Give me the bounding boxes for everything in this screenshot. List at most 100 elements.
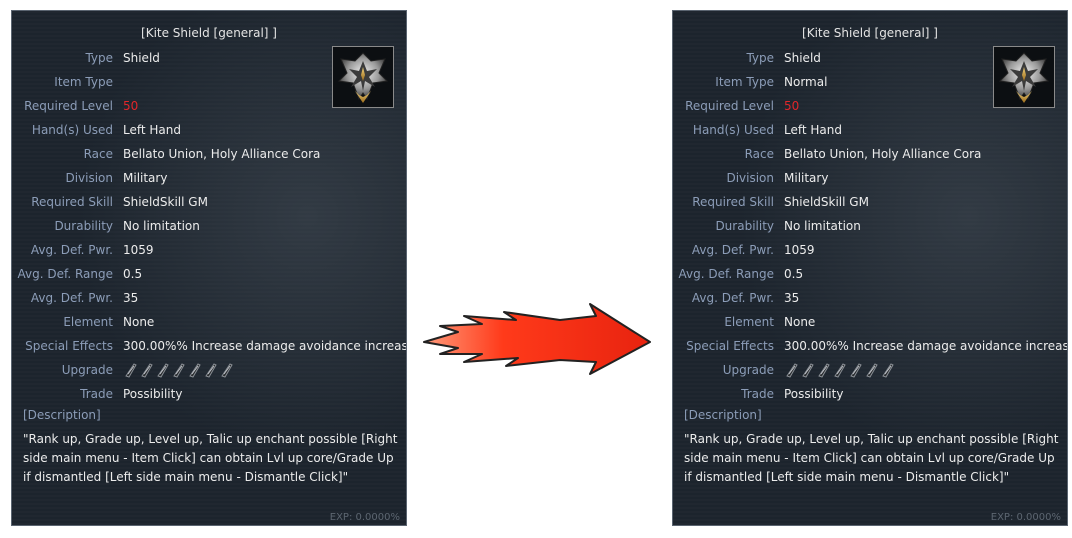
element-label: Element — [724, 315, 774, 329]
talic-slot-icon — [864, 362, 879, 378]
type-value: Shield — [123, 51, 160, 65]
division-value: Military — [784, 171, 829, 185]
avg-def-pwr-label: Avg. Def. Pwr. — [691, 243, 774, 257]
talic-slot-icon — [187, 362, 202, 378]
trade-label: Trade — [80, 387, 113, 401]
row-race: Race Bellato Union, Holy Alliance Cora — [12, 145, 406, 163]
row-trade: Trade Possibility — [12, 385, 406, 403]
row-avg-def-pwr-2: Avg. Def. Pwr. 35 — [673, 289, 1067, 307]
hands-used-value: Left Hand — [784, 123, 842, 137]
upgrade-slots — [784, 362, 895, 378]
race-value: Bellato Union, Holy Alliance Cora — [123, 147, 321, 161]
division-value: Military — [123, 171, 168, 185]
row-division: Division Military — [12, 169, 406, 187]
talic-slot-icon — [203, 362, 218, 378]
special-effects-label: Special Effects — [686, 339, 774, 353]
hands-used-label: Hand(s) Used — [31, 123, 113, 137]
trade-value: Possibility — [784, 387, 844, 401]
row-trade: Trade Possibility — [673, 385, 1067, 403]
avg-def-pwr-value: 1059 — [784, 243, 815, 257]
row-upgrade: Upgrade — [673, 361, 1067, 379]
durability-value: No limitation — [784, 219, 861, 233]
row-special-effects: Special Effects 300.00%% Increase damage … — [673, 337, 1067, 355]
row-required-level: Required Level 50 — [12, 97, 406, 115]
talic-slot-icon — [832, 362, 847, 378]
upgrade-label: Upgrade — [722, 363, 774, 377]
element-value: None — [784, 315, 816, 329]
durability-label: Durability — [54, 219, 113, 233]
race-label: Race — [83, 147, 113, 161]
talic-slot-icon — [219, 362, 234, 378]
type-label: Type — [85, 51, 113, 65]
row-required-skill: Required Skill ShieldSkill GM — [12, 193, 406, 211]
talic-slot-icon — [139, 362, 154, 378]
description-text: "Rank up, Grade up, Level up, Talic up e… — [684, 432, 1059, 484]
row-type: Type Shield — [673, 49, 1067, 67]
special-effects-value: 300.00%% Increase damage avoidance incre… — [784, 339, 1068, 353]
division-label: Division — [726, 171, 774, 185]
row-durability: Durability No limitation — [12, 217, 406, 235]
row-type: Type Shield — [12, 49, 406, 67]
type-label: Type — [746, 51, 774, 65]
row-division: Division Military — [673, 169, 1067, 187]
row-item-type: Item Type — [12, 73, 406, 91]
race-value: Bellato Union, Holy Alliance Cora — [784, 147, 982, 161]
row-upgrade: Upgrade — [12, 361, 406, 379]
avg-def-pwr-2-label: Avg. Def. Pwr. — [691, 291, 774, 305]
item-title: [Kite Shield [general] ] — [802, 26, 938, 40]
division-label: Division — [65, 171, 113, 185]
row-special-effects: Special Effects 300.00%% Increase damage … — [12, 337, 406, 355]
talic-slot-icon — [880, 362, 895, 378]
item-tooltip-before: [Kite Shield [general] ] Type Shield Item… — [11, 10, 407, 526]
row-avg-def-pwr-2: Avg. Def. Pwr. 35 — [12, 289, 406, 307]
required-level-label: Required Level — [685, 99, 774, 113]
row-element: Element None — [12, 313, 406, 331]
red-arrow-icon — [423, 303, 651, 375]
required-skill-value: ShieldSkill GM — [123, 195, 208, 209]
trade-label: Trade — [741, 387, 774, 401]
row-avg-def-pwr: Avg. Def. Pwr. 1059 — [12, 241, 406, 259]
row-element: Element None — [673, 313, 1067, 331]
element-value: None — [123, 315, 155, 329]
row-item-type: Item Type Normal — [673, 73, 1067, 91]
talic-slot-icon — [848, 362, 863, 378]
exp-readout: EXP: 0.0000% — [329, 512, 400, 523]
item-type-label: Item Type — [54, 75, 113, 89]
talic-slot-icon — [171, 362, 186, 378]
avg-def-pwr-2-value: 35 — [784, 291, 800, 305]
row-durability: Durability No limitation — [673, 217, 1067, 235]
special-effects-label: Special Effects — [25, 339, 113, 353]
avg-def-pwr-value: 1059 — [123, 243, 154, 257]
avg-def-range-value: 0.5 — [123, 267, 143, 281]
hands-used-value: Left Hand — [123, 123, 181, 137]
talic-slot-icon — [816, 362, 831, 378]
description-header: [Description] — [684, 408, 762, 422]
element-label: Element — [63, 315, 113, 329]
avg-def-range-label: Avg. Def. Range — [17, 267, 114, 281]
required-level-value: 50 — [784, 99, 800, 113]
upgrade-slots — [123, 362, 234, 378]
talic-slot-icon — [784, 362, 799, 378]
avg-def-pwr-2-label: Avg. Def. Pwr. — [30, 291, 113, 305]
row-hands-used: Hand(s) Used Left Hand — [12, 121, 406, 139]
row-required-level: Required Level 50 — [673, 97, 1067, 115]
avg-def-range-label: Avg. Def. Range — [678, 267, 775, 281]
required-level-label: Required Level — [24, 99, 113, 113]
description-text: "Rank up, Grade up, Level up, Talic up e… — [23, 432, 398, 484]
talic-slot-icon — [123, 362, 138, 378]
required-skill-label: Required Skill — [31, 195, 113, 209]
required-skill-value: ShieldSkill GM — [784, 195, 869, 209]
avg-def-pwr-label: Avg. Def. Pwr. — [30, 243, 113, 257]
trade-value: Possibility — [123, 387, 183, 401]
row-required-skill: Required Skill ShieldSkill GM — [673, 193, 1067, 211]
race-label: Race — [744, 147, 774, 161]
talic-slot-icon — [155, 362, 170, 378]
avg-def-range-value: 0.5 — [784, 267, 804, 281]
durability-value: No limitation — [123, 219, 200, 233]
row-race: Race Bellato Union, Holy Alliance Cora — [673, 145, 1067, 163]
description-header: [Description] — [23, 408, 101, 422]
type-value: Shield — [784, 51, 821, 65]
item-tooltip-after: [Kite Shield [general] ] Type Shield Item… — [672, 10, 1068, 526]
hands-used-label: Hand(s) Used — [692, 123, 774, 137]
talic-slot-icon — [800, 362, 815, 378]
